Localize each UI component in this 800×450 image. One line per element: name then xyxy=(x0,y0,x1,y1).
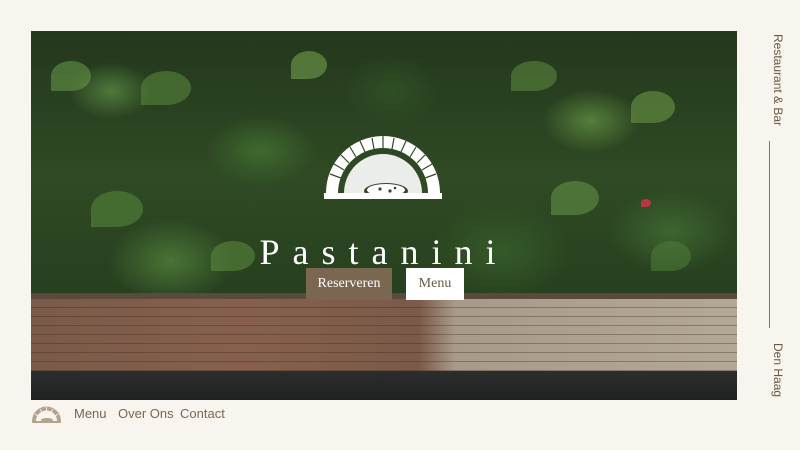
foliage-leaf xyxy=(551,181,599,215)
flower xyxy=(641,199,651,207)
nav-menu-link[interactable]: Menu xyxy=(74,406,107,421)
footer-logo-icon[interactable] xyxy=(31,404,62,424)
foliage-leaf xyxy=(631,91,675,123)
side-city: Den Haag xyxy=(771,343,785,398)
brand-name: Pastanini xyxy=(259,232,509,272)
pizza-oven-logo-icon xyxy=(324,136,442,199)
nav-about-link[interactable]: Over Ons xyxy=(118,406,174,421)
foliage-leaf xyxy=(291,51,327,79)
foliage-leaf xyxy=(51,61,91,91)
nav-contact-link[interactable]: Contact xyxy=(180,406,225,421)
hero-image: Pastanini Reserveren Menu xyxy=(31,31,737,400)
foliage-leaf xyxy=(91,191,143,227)
foliage-leaf xyxy=(141,71,191,105)
side-divider xyxy=(769,141,770,328)
side-tagline: Restaurant & Bar xyxy=(771,34,785,127)
menu-button[interactable]: Menu xyxy=(406,268,464,300)
ground-strip xyxy=(31,371,737,400)
reserve-button[interactable]: Reserveren xyxy=(306,268,392,300)
brick-wall xyxy=(31,299,737,371)
foliage-leaf xyxy=(511,61,557,91)
